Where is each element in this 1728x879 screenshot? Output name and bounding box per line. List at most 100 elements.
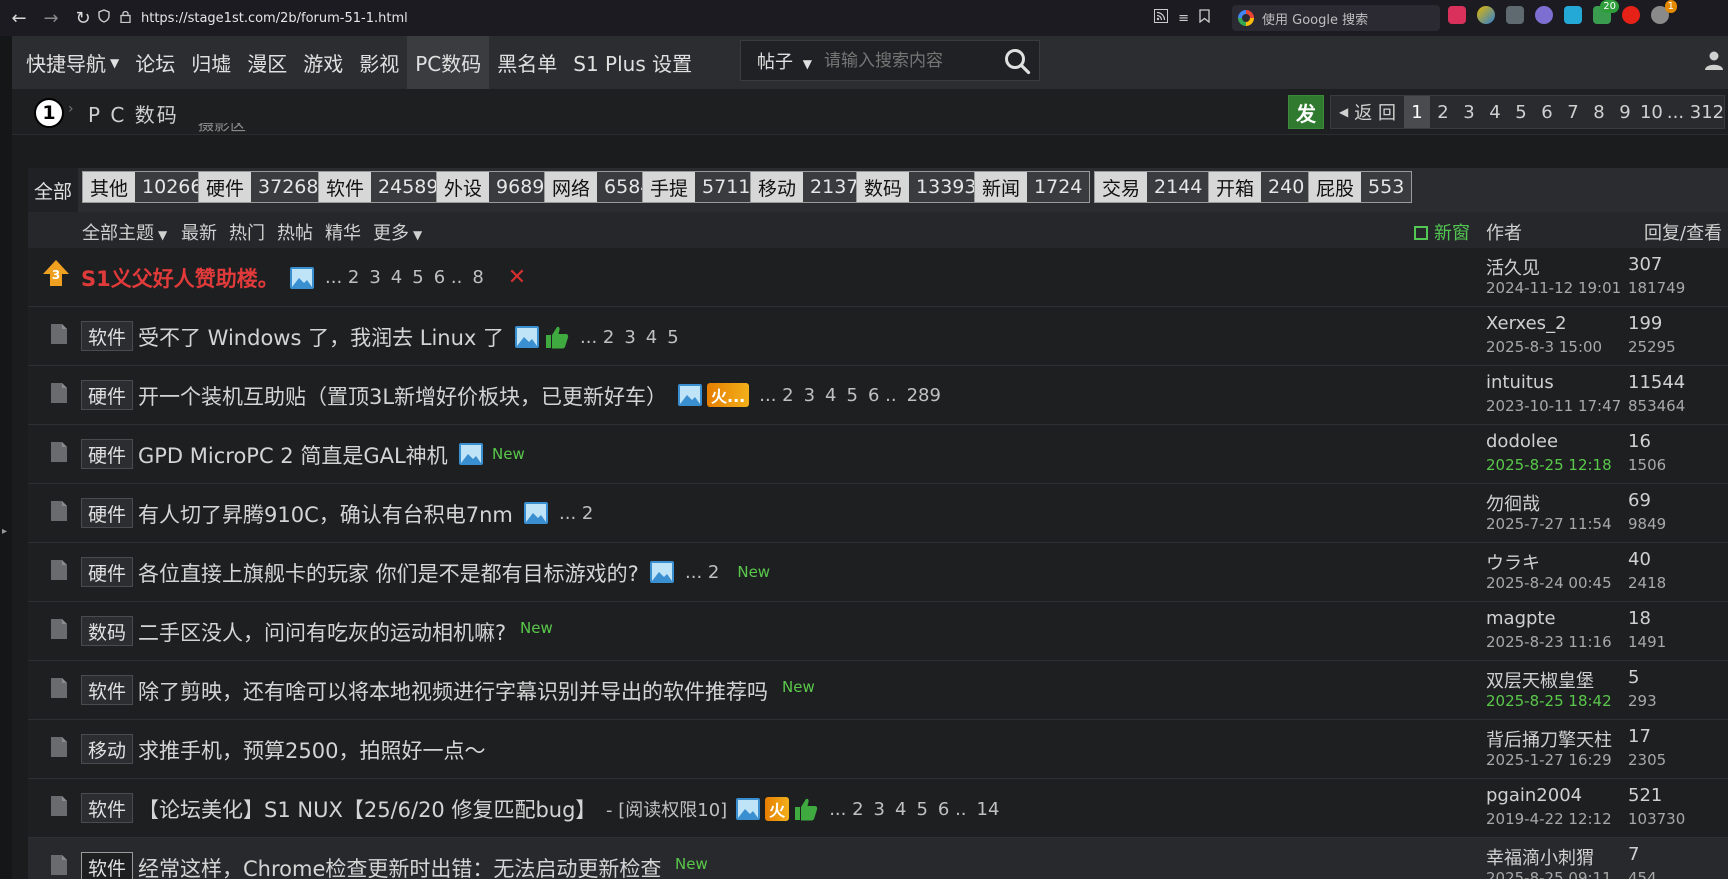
bookmark-icon[interactable] bbox=[1199, 9, 1210, 27]
thread-row[interactable]: 软件 【论坛美化】S1 NUX【25/6/20 修复匹配bug】 - [阅读权限10… bbox=[28, 779, 1728, 838]
thread-page-link[interactable]: 3 bbox=[804, 385, 815, 406]
thread-page-link[interactable]: 6 .. bbox=[938, 799, 967, 820]
nav-anime[interactable]: 漫区 bbox=[239, 36, 295, 89]
filter-digest[interactable]: 精华 bbox=[325, 219, 361, 245]
thread-page-link[interactable]: 5 bbox=[667, 327, 678, 348]
thread-author-link[interactable]: pgain2004 bbox=[1486, 785, 1582, 806]
thread-category-tag[interactable]: 硬件 bbox=[81, 439, 134, 469]
thread-row[interactable]: 硬件 GPD MicroPC 2 简直是GAL神机 New dodolee 2025-8… bbox=[28, 425, 1728, 484]
thread-page-link[interactable]: ... 2 bbox=[685, 562, 719, 583]
back-button[interactable]: ◀ 返 回 bbox=[1331, 96, 1404, 128]
page-link-2[interactable]: 2 bbox=[1430, 96, 1456, 128]
thread-page-link[interactable]: 4 bbox=[825, 385, 836, 406]
thread-category-tag[interactable]: 数码 bbox=[81, 616, 134, 646]
thread-title-link[interactable]: 开一个装机互助贴（置顶3L新增好价板块，已更新好车） bbox=[138, 381, 667, 411]
thread-page-link[interactable]: 14 bbox=[977, 799, 1000, 820]
new-window-checkbox[interactable]: 新窗 bbox=[1414, 219, 1470, 245]
thread-page-link[interactable]: 3 bbox=[874, 799, 885, 820]
filter-more[interactable]: 更多 ▼ bbox=[373, 219, 422, 245]
puzzle-ext-icon[interactable] bbox=[1506, 6, 1524, 24]
thread-page-link[interactable]: 4 bbox=[391, 267, 402, 288]
page-link-9[interactable]: 9 bbox=[1612, 96, 1638, 128]
thread-author-link[interactable]: 双层天椒皇堡 bbox=[1486, 667, 1594, 693]
thread-category-tag[interactable]: 硬件 bbox=[81, 498, 134, 528]
category-chip[interactable]: 交易 2144 bbox=[1094, 171, 1211, 203]
thread-row[interactable]: 软件 受不了 Windows 了，我润去 Linux 了 ... 2 3 4 5 Xerxe… bbox=[28, 307, 1728, 366]
thread-page-link[interactable]: 4 bbox=[646, 327, 657, 348]
thread-page-link[interactable]: 3 bbox=[369, 267, 380, 288]
thread-row[interactable]: 3 S1义父好人赞助楼。... 23456 .. 8 ✕ 活久见 2024-11-12 1… bbox=[28, 248, 1728, 307]
colorful-ext-icon[interactable] bbox=[1477, 6, 1495, 24]
account-ext-icon[interactable]: 1 bbox=[1651, 0, 1677, 24]
thread-page-link[interactable]: ... 2 bbox=[580, 327, 614, 348]
page-link-6[interactable]: 6 bbox=[1534, 96, 1560, 128]
page-link-1[interactable]: 1 bbox=[1403, 96, 1430, 128]
thread-page-link[interactable]: ... 2 bbox=[759, 385, 793, 406]
category-chip[interactable]: 外设 9689 bbox=[436, 171, 553, 203]
thread-page-link[interactable]: ... 2 bbox=[559, 503, 593, 524]
thread-category-tag[interactable]: 软件 bbox=[81, 675, 134, 705]
filter-hot[interactable]: 热门 bbox=[229, 219, 265, 245]
thread-page-link[interactable]: 6 .. bbox=[868, 385, 897, 406]
category-chip[interactable]: 数码 13393 bbox=[856, 171, 985, 203]
expand-arrow-icon[interactable]: ▸ bbox=[2, 526, 7, 537]
breadcrumb-current[interactable]: P C 数码 bbox=[88, 99, 179, 128]
thread-page-link[interactable]: ... 2 bbox=[829, 799, 863, 820]
category-chip[interactable]: 硬件 37268 bbox=[198, 171, 327, 203]
thread-page-link[interactable]: 5 bbox=[412, 267, 423, 288]
new-post-button[interactable]: 发 bbox=[1288, 95, 1324, 129]
home-icon[interactable]: 1 bbox=[34, 98, 64, 128]
page-link-4[interactable]: 4 bbox=[1482, 96, 1508, 128]
thread-page-link[interactable]: 5 bbox=[847, 385, 858, 406]
category-all[interactable]: 全部 bbox=[28, 168, 78, 212]
page-link-10[interactable]: 10 bbox=[1638, 96, 1665, 128]
thread-row[interactable]: 移动 求推手机，预算2500，拍照好一点～ 背后捅刀擎天柱 2025-1-27 16:… bbox=[28, 720, 1728, 779]
page-link-8[interactable]: 8 bbox=[1586, 96, 1612, 128]
thread-page-link[interactable]: 8 bbox=[472, 267, 483, 288]
reader-mode-icon[interactable]: ≡ bbox=[1178, 11, 1189, 26]
video-ext-icon[interactable] bbox=[1622, 6, 1640, 24]
category-chip[interactable]: 软件 24589 bbox=[318, 171, 447, 203]
close-x-icon[interactable]: ✕ bbox=[508, 265, 526, 290]
thread-author-link[interactable]: 活久见 bbox=[1486, 254, 1540, 280]
thread-title-link[interactable]: 经常这样，Chrome检查更新时出错：无法启动更新检查 bbox=[138, 853, 661, 879]
category-chip[interactable]: 手提 5711 bbox=[642, 171, 759, 203]
thread-author-link[interactable]: ウラキ bbox=[1486, 549, 1540, 575]
filter-all-topics[interactable]: 全部主题 ▼ bbox=[82, 219, 167, 245]
address-bar[interactable]: https://stage1st.com/2b/forum-51-1.html … bbox=[98, 5, 1210, 31]
thread-title-link[interactable]: GPD MicroPC 2 简直是GAL神机 bbox=[138, 440, 448, 470]
page-link-last[interactable]: ... 312 bbox=[1665, 96, 1724, 128]
thread-page-link[interactable]: 5 bbox=[916, 799, 927, 820]
thread-title-link[interactable]: 有人切了昇腾910C，确认有台积电7nm bbox=[138, 499, 513, 529]
thread-page-link[interactable]: 4 bbox=[895, 799, 906, 820]
thread-row[interactable]: 软件 除了剪映，还有啥可以将本地视频进行字幕识别并导出的软件推荐吗 New 双层天椒皇… bbox=[28, 661, 1728, 720]
category-chip[interactable]: 新闻 1724 bbox=[974, 171, 1091, 203]
filter-latest[interactable]: 最新 bbox=[181, 219, 217, 245]
back-arrow-icon[interactable]: ← bbox=[6, 5, 32, 31]
thread-category-tag[interactable]: 软件 bbox=[81, 321, 134, 351]
thread-title-link[interactable]: 二手区没人，问问有吃灰的运动相机嘛? bbox=[138, 617, 506, 647]
thread-category-tag[interactable]: 硬件 bbox=[81, 380, 134, 410]
search-icon[interactable] bbox=[1003, 47, 1031, 75]
thread-author-link[interactable]: magpte bbox=[1486, 608, 1556, 629]
thread-author-link[interactable]: dodolee bbox=[1486, 431, 1558, 452]
thread-page-link[interactable]: 3 bbox=[624, 327, 635, 348]
nav-blacklist[interactable]: 黑名单 bbox=[489, 36, 565, 89]
forward-arrow-icon[interactable]: → bbox=[38, 5, 64, 31]
thread-page-link[interactable]: 6 .. bbox=[434, 267, 463, 288]
thread-title-link[interactable]: 求推手机，预算2500，拍照好一点～ bbox=[138, 735, 485, 765]
thread-title-link[interactable]: 各位直接上旗舰卡的玩家 你们是不是都有目标游戏的? bbox=[138, 558, 639, 588]
thread-page-link[interactable]: 289 bbox=[907, 385, 941, 406]
globe-ext-icon[interactable] bbox=[1535, 6, 1553, 24]
thread-category-tag[interactable]: 软件 bbox=[81, 793, 134, 823]
nav-pc-digital[interactable]: PC数码 bbox=[407, 36, 490, 89]
thread-category-tag[interactable]: 移动 bbox=[81, 734, 134, 764]
nav-games[interactable]: 游戏 bbox=[295, 36, 351, 89]
thread-category-tag[interactable]: 硬件 bbox=[81, 557, 134, 587]
thread-page-link[interactable]: ... 2 bbox=[325, 267, 359, 288]
nav-movies[interactable]: 影视 bbox=[351, 36, 407, 89]
user-icon[interactable] bbox=[1704, 50, 1724, 70]
thread-author-link[interactable]: 幸福滴小刺猬 bbox=[1486, 844, 1594, 870]
url-text[interactable]: https://stage1st.com/2b/forum-51-1.html bbox=[141, 11, 408, 26]
thread-author-link[interactable]: Xerxes_2 bbox=[1486, 313, 1567, 334]
